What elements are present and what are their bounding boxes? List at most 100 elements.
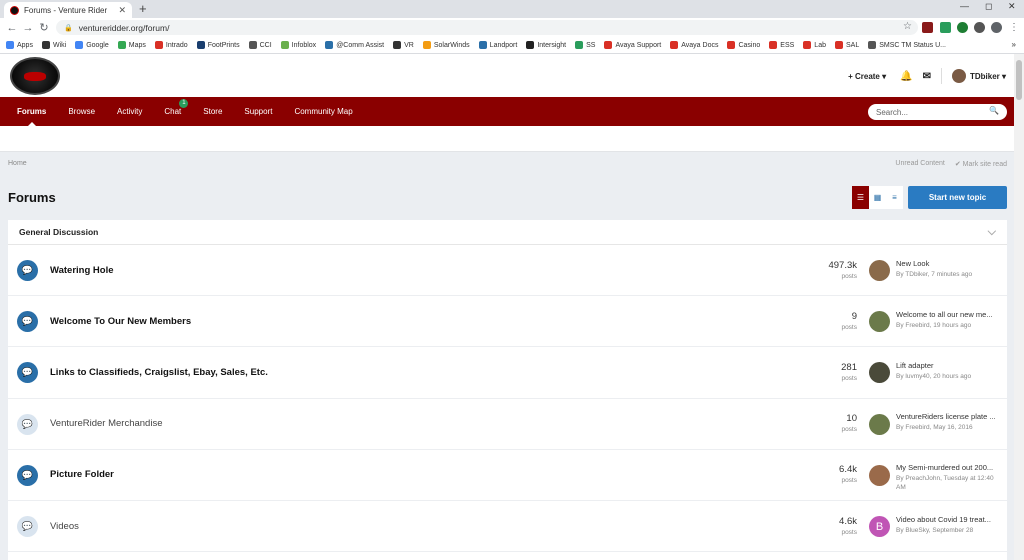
bookmark-icon xyxy=(117,41,126,49)
forum-title[interactable]: Videos xyxy=(50,521,79,532)
address-bar: ← → ↻ 🔒 ventureridder.org/forum/ ☆ xyxy=(0,18,1024,37)
puzzle-icon[interactable] xyxy=(974,22,985,33)
bookmark-item[interactable]: Google xyxy=(75,41,109,49)
extension-icon[interactable] xyxy=(922,22,933,33)
scrollbar-thumb[interactable] xyxy=(1016,60,1022,100)
bookmark-item[interactable]: Infoblox xyxy=(280,41,316,49)
bell-icon[interactable]: 🔔 xyxy=(900,71,912,82)
avatar[interactable] xyxy=(869,413,890,435)
forward-icon[interactable]: → xyxy=(20,22,36,34)
forum-row[interactable]: 💬 Picture Folder 6.4k posts My Semi-murdered… xyxy=(8,450,1007,501)
mail-icon[interactable]: ✉ xyxy=(923,71,931,82)
chat-bubble-icon[interactable]: 💬 xyxy=(17,516,38,538)
chat-bubble-icon[interactable]: 💬 xyxy=(17,260,38,282)
maximize-icon[interactable]: ◻ xyxy=(985,1,992,12)
browser-tab[interactable]: Forums - Venture Rider ✕ xyxy=(4,2,132,18)
close-window-icon[interactable]: ✕ xyxy=(1008,1,1016,12)
bookmark-item[interactable]: FootPrints xyxy=(196,41,240,49)
bookmark-item[interactable]: Apps xyxy=(6,41,33,49)
user-menu[interactable]: TDbiker ▾ xyxy=(970,72,1006,81)
chat-bubble-icon[interactable]: 💬 xyxy=(17,362,38,384)
nav-item-support[interactable]: Support xyxy=(244,97,272,126)
forum-title[interactable]: Watering Hole xyxy=(50,265,114,276)
avatar[interactable] xyxy=(869,311,890,333)
url-text: ventureridder.org/forum/ xyxy=(78,22,170,33)
forum-row[interactable]: 💬 Links to Classifieds, Craigslist, Ebay,… xyxy=(8,347,1007,399)
bookmark-item[interactable]: @Comm Assist xyxy=(325,41,384,49)
bookmark-item[interactable]: Maps xyxy=(117,41,146,49)
table-view-icon[interactable]: ☰ xyxy=(852,186,869,209)
bookmark-item[interactable]: CCI xyxy=(248,41,272,49)
new-tab-icon[interactable]: + xyxy=(139,1,147,16)
chat-bubble-icon[interactable]: 💬 xyxy=(17,413,38,435)
extension-icon[interactable] xyxy=(957,22,968,33)
bookmark-item[interactable]: VR xyxy=(393,41,414,49)
bookmark-item[interactable]: SS xyxy=(575,41,595,49)
grid-view-icon[interactable]: ▦ xyxy=(869,186,886,209)
last-post-title[interactable]: Video about Covid 19 treat... xyxy=(896,515,1002,524)
bookmark-star-icon[interactable]: ☆ xyxy=(903,21,912,32)
chat-bubble-icon[interactable]: 💬 xyxy=(17,311,38,333)
last-post-title[interactable]: New Look xyxy=(896,259,1002,268)
bookmark-item[interactable]: ESS xyxy=(769,41,794,49)
mark-site-read-link[interactable]: ✔ Mark site read xyxy=(955,160,1007,168)
bookmark-item[interactable]: Landport xyxy=(478,41,517,49)
unread-content-link[interactable]: Unread Content xyxy=(895,160,944,168)
reload-icon[interactable]: ↻ xyxy=(36,21,52,34)
search-placeholder: Search... xyxy=(876,107,909,117)
bookmark-item[interactable]: SAL xyxy=(834,41,859,49)
back-icon[interactable]: ← xyxy=(4,22,20,34)
nav-item-forums[interactable]: Forums xyxy=(17,97,46,126)
forum-title[interactable]: Links to Classifieds, Craigslist, Ebay, … xyxy=(50,367,268,378)
main-nav: Forums Browse Activity Chat 1 Store Support Com… xyxy=(0,97,1014,126)
bookmark-item[interactable]: SMSC TM Status U... xyxy=(868,41,946,49)
more-bookmarks-icon[interactable]: » xyxy=(1012,40,1016,49)
nav-item-chat[interactable]: Chat 1 xyxy=(164,97,189,126)
avatar[interactable] xyxy=(951,69,966,83)
forum-row[interactable]: 💬 Welcome To Our New Members 9 posts Welcome… xyxy=(8,296,1007,348)
bookmark-item[interactable]: Casino xyxy=(727,41,760,49)
last-post-title[interactable]: Lift adapter xyxy=(896,361,1002,370)
bookmark-item[interactable]: Avaya Docs xyxy=(670,41,718,49)
avatar[interactable] xyxy=(869,362,890,384)
bookmark-item[interactable]: Intrado xyxy=(154,41,188,49)
bookmark-item[interactable]: Avaya Support xyxy=(604,41,661,49)
last-post-title[interactable]: My Semi-murdered out 200... xyxy=(896,463,1002,472)
nav-item-browse[interactable]: Browse xyxy=(68,97,95,126)
bookmark-item[interactable]: SolarWinds xyxy=(422,41,470,49)
bookmark-item[interactable]: Intersight xyxy=(526,41,566,49)
forum-row[interactable]: 💬 VentureRider Merchandise 10 posts VentureR… xyxy=(8,399,1007,450)
bookmark-item[interactable]: Wiki xyxy=(41,41,66,49)
search-icon[interactable]: 🔍 xyxy=(989,106,999,115)
last-post-title[interactable]: Welcome to all our new me... xyxy=(896,310,1002,319)
avatar[interactable]: B xyxy=(869,516,890,538)
nav-item-store[interactable]: Store xyxy=(203,97,222,126)
last-post-title[interactable]: VentureRiders license plate ... xyxy=(896,412,1002,421)
forum-title[interactable]: VentureRider Merchandise xyxy=(50,418,162,429)
extension-icon[interactable] xyxy=(940,22,951,33)
minimize-icon[interactable]: — xyxy=(960,1,969,11)
avatar[interactable] xyxy=(869,260,890,282)
scrollbar[interactable] xyxy=(1014,54,1024,560)
start-new-topic-button[interactable]: Start new topic xyxy=(908,186,1007,209)
site-logo[interactable] xyxy=(10,57,60,95)
search-input[interactable]: Search... 🔍 xyxy=(868,104,1007,120)
more-vert-icon[interactable]: ⋮ xyxy=(1009,22,1020,33)
forum-title[interactable]: Picture Folder xyxy=(50,469,114,480)
nav-item-activity[interactable]: Activity xyxy=(117,97,142,126)
chevron-down-icon[interactable]: ⌵ xyxy=(988,226,996,239)
url-field[interactable]: 🔒 ventureridder.org/forum/ ☆ xyxy=(56,20,918,35)
create-button[interactable]: + Create ▾ xyxy=(848,72,886,81)
avatar[interactable] xyxy=(869,464,890,486)
close-tab-icon[interactable]: ✕ xyxy=(118,5,126,16)
forum-row[interactable]: 💬 Watering Hole 497.3k posts New Look By TDbi… xyxy=(8,245,1007,297)
chat-bubble-icon[interactable]: 💬 xyxy=(17,464,38,486)
forum-row[interactable]: 💬 Videos 4.6k posts B Video about Covid 19 tr… xyxy=(8,501,1007,553)
forum-title[interactable]: Welcome To Our New Members xyxy=(50,316,191,327)
bookmark-item[interactable]: Lab xyxy=(803,41,826,49)
list-view-icon[interactable]: ≡ xyxy=(886,186,903,209)
category-header[interactable]: General Discussion ⌵ xyxy=(8,220,1007,245)
profile-icon[interactable] xyxy=(991,22,1002,33)
breadcrumb[interactable]: Home xyxy=(8,160,27,167)
nav-item-community-map[interactable]: Community Map xyxy=(294,97,352,126)
